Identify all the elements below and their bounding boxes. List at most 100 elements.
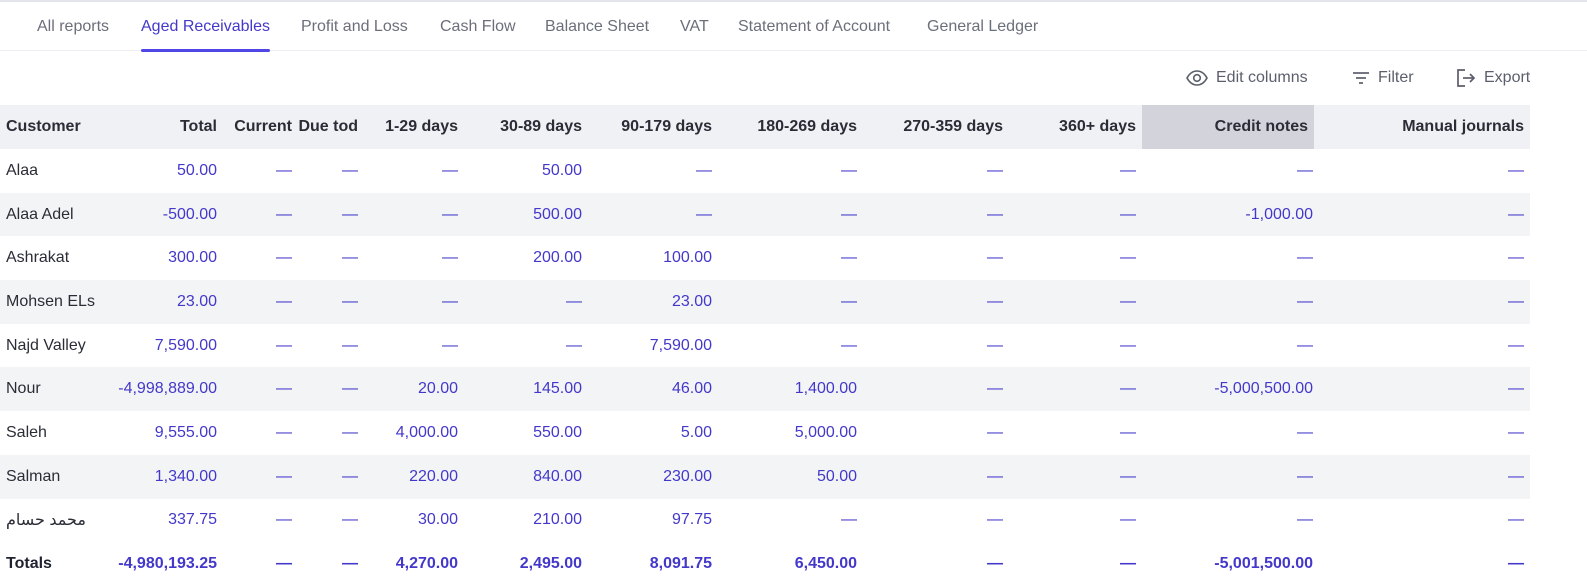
- tab-vat[interactable]: VAT: [680, 2, 709, 51]
- amount-cell: —: [342, 467, 358, 485]
- column-header[interactable]: 90-179 days: [586, 105, 712, 149]
- tab-aged-receivables[interactable]: Aged Receivables: [141, 2, 270, 52]
- amount-cell: —: [696, 161, 712, 179]
- amount-cell: 5.00: [680, 423, 712, 441]
- amount-cell: 23.00: [176, 292, 217, 310]
- column-header[interactable]: 180-269 days: [716, 105, 857, 149]
- amount-cell: —: [1508, 380, 1524, 398]
- amount-cell: —: [276, 161, 292, 179]
- column-header[interactable]: Total: [100, 105, 217, 149]
- table-row[interactable]: Mohsen ELs 23.00 — — — — 23.00 — — — — —: [0, 280, 1530, 324]
- amount-cell: —: [1508, 467, 1524, 485]
- table-header-row: Customer Total Current Due tod 1-29 days…: [0, 105, 1530, 149]
- amount-cell: 100.00: [663, 249, 712, 267]
- amount-cell: 50.00: [816, 467, 857, 485]
- amount-cell: 550.00: [533, 423, 582, 441]
- customer-name-cell[interactable]: Nour: [6, 367, 102, 411]
- amount-cell: —: [987, 336, 1003, 354]
- amount-cell: —: [342, 161, 358, 179]
- table-row[interactable]: Najd Valley 7,590.00 — — — — 7,590.00 — — — — —: [0, 324, 1530, 368]
- amount-cell: —: [342, 380, 358, 398]
- amount-cell: —: [1297, 249, 1313, 267]
- amount-cell: 1,340.00: [154, 467, 217, 485]
- customer-name-cell[interactable]: Saleh: [6, 411, 102, 455]
- amount-cell: 9,555.00: [154, 423, 217, 441]
- customer-name-cell[interactable]: Ashrakat: [6, 236, 102, 280]
- amount-cell: —: [1508, 555, 1524, 573]
- amount-cell: —: [1297, 423, 1313, 441]
- amount-cell: 50.00: [541, 161, 582, 179]
- amount-cell: —: [1508, 511, 1524, 529]
- amount-cell: —: [1120, 292, 1136, 310]
- amount-cell: —: [566, 336, 582, 354]
- edit-columns-button[interactable]: Edit columns: [1186, 66, 1308, 90]
- column-header[interactable]: 30-89 days: [462, 105, 582, 149]
- tab-statement-of-account[interactable]: Statement of Account: [738, 2, 890, 51]
- amount-cell: —: [566, 292, 582, 310]
- filter-icon: [1353, 72, 1369, 84]
- tab-general-ledger[interactable]: General Ledger: [927, 2, 1038, 51]
- amount-cell: —: [342, 511, 358, 529]
- customer-name-cell[interactable]: Alaa Adel: [6, 193, 102, 237]
- amount-cell: 337.75: [168, 511, 217, 529]
- amount-cell: —: [841, 292, 857, 310]
- tab-profit-and-loss[interactable]: Profit and Loss: [301, 2, 408, 51]
- amount-cell: 46.00: [671, 380, 712, 398]
- table-row[interactable]: Alaa 50.00 — — — 50.00 — — — — — —: [0, 149, 1530, 193]
- table-row[interactable]: Ashrakat 300.00 — — — 200.00 100.00 — — — — —: [0, 236, 1530, 280]
- tab-cash-flow[interactable]: Cash Flow: [440, 2, 516, 51]
- column-header[interactable]: 270-359 days: [861, 105, 1003, 149]
- filter-button[interactable]: Filter: [1352, 66, 1414, 90]
- column-header[interactable]: Customer: [6, 105, 102, 149]
- amount-cell: —: [1297, 336, 1313, 354]
- amount-cell: —: [342, 292, 358, 310]
- amount-cell: 6,450.00: [794, 555, 857, 573]
- customer-name-cell[interactable]: Totals: [6, 542, 102, 585]
- amount-cell: —: [342, 423, 358, 441]
- tab-balance-sheet[interactable]: Balance Sheet: [545, 2, 649, 51]
- column-header[interactable]: 1-29 days: [364, 105, 458, 149]
- customer-name-cell[interactable]: Salman: [6, 455, 102, 499]
- amount-cell: —: [442, 161, 458, 179]
- amount-cell: —: [1297, 161, 1313, 179]
- table-row[interactable]: Saleh 9,555.00 — — 4,000.00 550.00 5.00 5,000.0…: [0, 411, 1530, 455]
- column-header[interactable]: Manual journals: [1317, 105, 1524, 149]
- amount-cell: —: [276, 380, 292, 398]
- amount-cell: —: [1120, 161, 1136, 179]
- amount-cell: -4,998,889.00: [118, 380, 217, 398]
- amount-cell: —: [1120, 380, 1136, 398]
- amount-cell: —: [442, 292, 458, 310]
- amount-cell: —: [442, 249, 458, 267]
- table-row[interactable]: Salman 1,340.00 — — 220.00 840.00 230.00 50.00 —…: [0, 454, 1530, 499]
- amount-cell: —: [1297, 292, 1313, 310]
- totals-row[interactable]: Totals -4,980,193.25 — — 4,270.00 2,495.00 8,0…: [0, 542, 1530, 585]
- customer-name-cell[interactable]: محمد حسام: [6, 499, 102, 543]
- column-header[interactable]: Due tod: [296, 105, 358, 149]
- table-row[interactable]: محمد حسام 337.75 — — 30.00 210.00 97.75 — — — — —: [0, 499, 1530, 543]
- export-button[interactable]: Export: [1456, 66, 1530, 90]
- amount-cell: —: [841, 511, 857, 529]
- column-header[interactable]: Current: [222, 105, 292, 149]
- amount-cell: 840.00: [533, 467, 582, 485]
- column-header-highlighted[interactable]: Credit notes: [1142, 105, 1314, 149]
- amount-cell: 5,000.00: [794, 423, 857, 441]
- amount-cell: —: [342, 205, 358, 223]
- amount-cell: —: [276, 336, 292, 354]
- eye-icon: [1186, 70, 1208, 86]
- amount-cell: —: [1508, 423, 1524, 441]
- amount-cell: 50.00: [176, 161, 217, 179]
- customer-name-cell[interactable]: Alaa: [6, 149, 102, 193]
- customer-name-cell[interactable]: Najd Valley: [6, 324, 102, 368]
- tab-all-reports[interactable]: All reports: [37, 2, 109, 51]
- customer-name-cell[interactable]: Mohsen ELs: [6, 280, 102, 324]
- amount-cell: —: [987, 249, 1003, 267]
- table-row[interactable]: Nour -4,998,889.00 — — 20.00 145.00 46.00 1,400…: [0, 367, 1530, 412]
- amount-cell: —: [1508, 336, 1524, 354]
- amount-cell: —: [1508, 292, 1524, 310]
- amount-cell: —: [1120, 555, 1136, 573]
- amount-cell: 500.00: [533, 205, 582, 223]
- column-header[interactable]: 360+ days: [1007, 105, 1136, 149]
- amount-cell: 145.00: [533, 380, 582, 398]
- table-row[interactable]: Alaa Adel -500.00 — — — 500.00 — — — — -1,000.00 —: [0, 192, 1530, 237]
- amount-cell: —: [1120, 336, 1136, 354]
